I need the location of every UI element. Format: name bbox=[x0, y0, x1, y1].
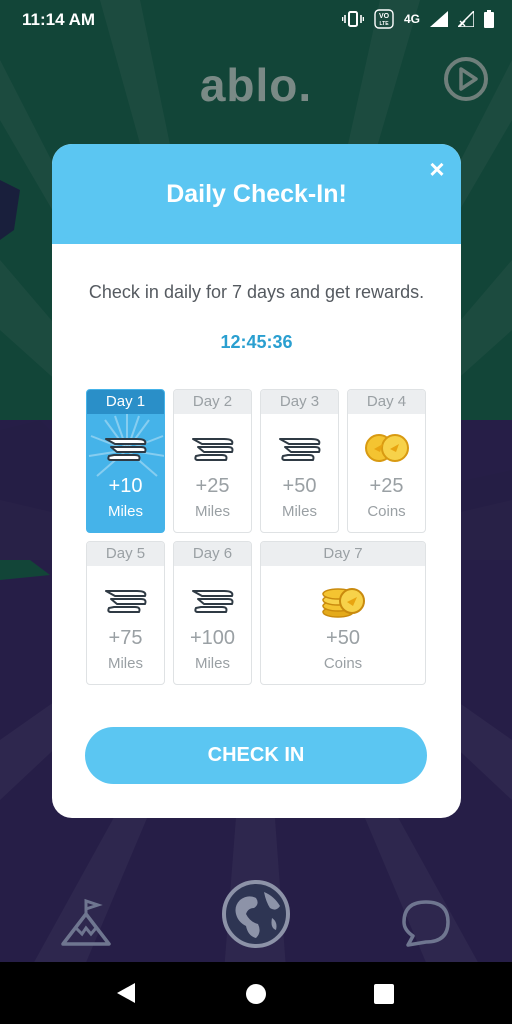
close-button[interactable]: × bbox=[424, 156, 450, 182]
vibrate-icon bbox=[341, 11, 364, 27]
reward-amount: +100 bbox=[189, 627, 236, 649]
wings-icon bbox=[278, 438, 320, 461]
back-icon[interactable] bbox=[115, 981, 137, 1005]
day-label: Day 5 bbox=[87, 542, 164, 566]
wings-icon bbox=[191, 590, 233, 613]
day-label: Day 7 bbox=[261, 542, 425, 566]
reward-unit: Miles bbox=[107, 503, 143, 520]
day-card-2[interactable]: Day 2 +25 Miles bbox=[173, 389, 252, 533]
reward-unit: Miles bbox=[107, 655, 143, 672]
wings-icon bbox=[104, 590, 146, 613]
svg-text:VO: VO bbox=[379, 13, 390, 20]
play-video-icon[interactable] bbox=[443, 56, 489, 102]
volte-icon: VO LTE bbox=[374, 9, 394, 29]
reward-amount: +75 bbox=[108, 627, 143, 649]
chat-bubble-icon[interactable] bbox=[400, 898, 452, 948]
day-card-5[interactable]: Day 5 +75 Miles bbox=[86, 541, 165, 685]
signal-x-icon bbox=[458, 11, 474, 27]
system-navigation-bar bbox=[0, 962, 512, 1024]
reward-amount: +10 bbox=[108, 475, 143, 497]
status-time: 11:14 AM bbox=[22, 10, 96, 29]
coins-icon bbox=[364, 434, 409, 462]
reward-unit: Miles bbox=[194, 655, 230, 672]
coin-stack-icon bbox=[322, 588, 365, 618]
header-wave-edge bbox=[52, 232, 461, 243]
reward-unit: Miles bbox=[194, 503, 230, 520]
day-label: Day 1 bbox=[87, 390, 164, 414]
reward-amount: +50 bbox=[282, 475, 317, 497]
wings-icon bbox=[104, 438, 146, 461]
reward-unit: Miles bbox=[281, 503, 317, 520]
day-label: Day 3 bbox=[261, 390, 338, 414]
day-card-3[interactable]: Day 3 +50 Miles bbox=[260, 389, 339, 533]
reward-unit: Coins bbox=[367, 503, 406, 520]
recent-apps-icon[interactable] bbox=[373, 983, 395, 1005]
bottom-navigation bbox=[0, 870, 512, 960]
reward-amount: +25 bbox=[369, 475, 404, 497]
day-label: Day 2 bbox=[174, 390, 251, 414]
globe-icon[interactable] bbox=[220, 878, 292, 950]
reward-unit: Coins bbox=[323, 655, 363, 672]
day-card-1[interactable]: Day 1 +10 Miles bbox=[86, 389, 165, 533]
countdown-timer: 12:45:36 bbox=[220, 332, 293, 352]
status-bar: 11:14 AM VO LTE 4G bbox=[0, 0, 512, 38]
signal-icon bbox=[430, 11, 448, 27]
app-logo: ablo. bbox=[199, 59, 313, 111]
day-card-6[interactable]: Day 6 +100 Miles bbox=[173, 541, 252, 685]
svg-text:LTE: LTE bbox=[379, 21, 389, 27]
network-type: 4G bbox=[403, 12, 420, 26]
mountain-flag-icon[interactable] bbox=[60, 898, 112, 948]
reward-amount: +25 bbox=[195, 475, 230, 497]
daily-check-in-dialog: Daily Check-In! × Check in daily for 7 d… bbox=[52, 144, 461, 818]
status-icons: VO LTE 4G bbox=[341, 9, 494, 29]
day-label: Day 4 bbox=[348, 390, 425, 414]
day-label: Day 6 bbox=[174, 542, 251, 566]
wings-icon bbox=[191, 438, 233, 461]
check-in-description: Check in daily for 7 days and get reward… bbox=[88, 282, 425, 302]
home-icon[interactable] bbox=[245, 983, 267, 1005]
reward-amount: +50 bbox=[326, 627, 360, 649]
dialog-title: Daily Check-In! bbox=[166, 180, 347, 208]
battery-icon bbox=[484, 10, 494, 28]
day-card-4[interactable]: Day 4 +25 Coins bbox=[347, 389, 426, 533]
day-card-7[interactable]: Day 7 +50 Coins bbox=[260, 541, 426, 685]
check-in-button[interactable]: CHECK IN bbox=[85, 727, 427, 784]
